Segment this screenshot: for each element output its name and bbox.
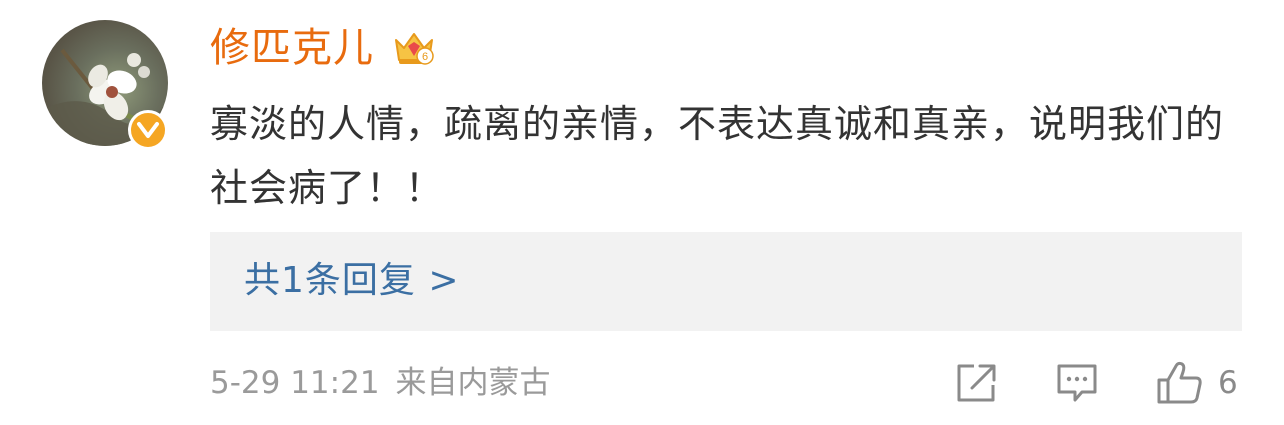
vip-crown-icon[interactable]: 6 [392,26,436,70]
like-button[interactable]: 6 [1156,360,1246,406]
username[interactable]: 修匹克儿 [210,22,374,74]
view-replies-link[interactable]: 共1条回复 > [244,256,460,306]
share-button[interactable] [954,360,998,406]
comment-timestamp: 5-29 11:21 [210,365,380,401]
comment-location: 来自内蒙古 [395,365,551,401]
comment-meta: 5-29 11:21 来自内蒙古 [210,358,551,408]
replies-panel[interactable]: 共1条回复 > [210,232,1242,331]
like-count: 6 [1218,365,1238,401]
vip-level: 6 [422,51,428,63]
comment-button[interactable] [1055,360,1099,406]
thumbs-up-icon [1157,361,1202,404]
verified-badge-icon [128,110,168,150]
share-icon [957,364,996,402]
comment-text: 寡淡的人情，疏离的亲情，不表达真诚和真亲，说明我们的社会病了！！ [210,102,1225,210]
comment-icon [1057,364,1097,402]
